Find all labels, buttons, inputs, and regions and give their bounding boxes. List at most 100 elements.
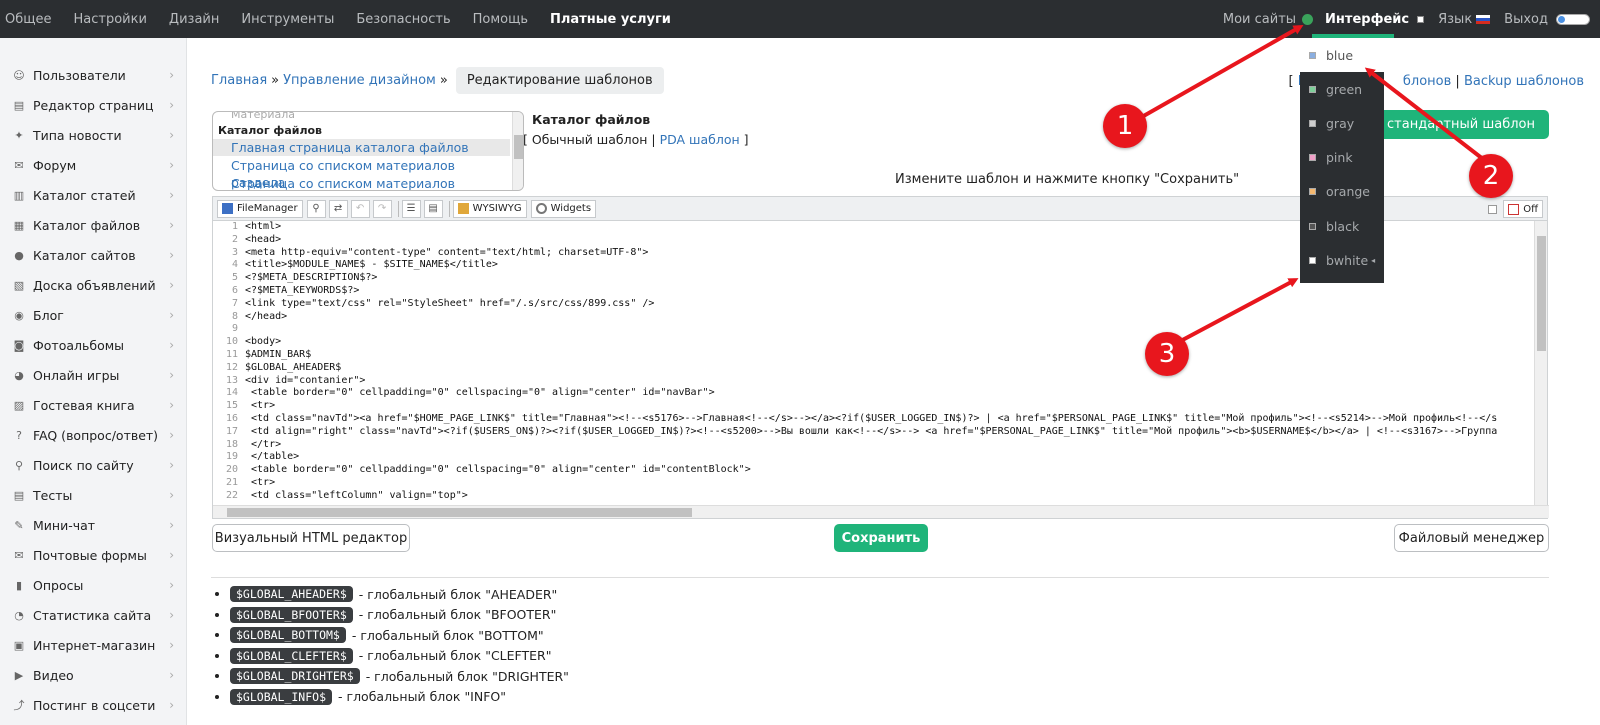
filemanager-button[interactable]: FileManager: [217, 199, 303, 218]
bullet-icon: [215, 653, 219, 658]
code-line: 9: [213, 323, 1535, 336]
section-title: Каталог файлов: [532, 112, 651, 127]
backup-templates-link[interactable]: Backup шаблонов: [1464, 74, 1584, 89]
template-select-list[interactable]: Материала Каталог файлов Главная страниц…: [212, 111, 524, 191]
breadcrumb-home[interactable]: Главная: [211, 73, 267, 88]
sidebar-item[interactable]: ✎ Мини-чат ›: [0, 510, 186, 540]
template-option[interactable]: Главная страница каталога файлов: [213, 139, 510, 156]
code-line: 10 <body>: [213, 336, 1535, 349]
code-line: 14 <table border="0" cellpadding="0" cel…: [213, 387, 1535, 400]
sidebar-item[interactable]: ▤ Тесты ›: [0, 480, 186, 510]
theme-option-black[interactable]: black: [1300, 209, 1384, 243]
line-numbers-icon[interactable]: ☰: [401, 199, 421, 218]
editor-horizontal-scrollbar[interactable]: [213, 505, 1549, 518]
wysiwyg-button[interactable]: WYSIWYG: [452, 199, 527, 218]
global-var-name[interactable]: $GLOBAL_CLEFTER$: [230, 647, 353, 664]
menu-general[interactable]: Общее: [0, 12, 57, 27]
sidebar-item[interactable]: ✉ Почтовые формы ›: [0, 540, 186, 570]
menu-security[interactable]: Безопасность: [351, 12, 455, 27]
widgets-button[interactable]: Widgets: [530, 199, 597, 218]
theme-option-pink[interactable]: pink: [1300, 141, 1384, 175]
sidebar-item[interactable]: ▥ Каталог статей ›: [0, 180, 186, 210]
annotation-badge-3: 3: [1145, 332, 1189, 376]
sidebar-item[interactable]: ✉ Форум ›: [0, 150, 186, 180]
scrollbar-thumb[interactable]: [1537, 236, 1546, 351]
theme-option-bwhite[interactable]: bwhite ◂: [1300, 243, 1384, 277]
breadcrumb-design[interactable]: Управление дизайном: [283, 73, 436, 88]
sidebar-item[interactable]: ⤴ Постинг в соцсети ›: [0, 690, 186, 720]
pda-template-link[interactable]: PDA шаблон: [660, 132, 740, 147]
theme-option-label: orange: [1326, 184, 1370, 200]
global-var-name[interactable]: $GLOBAL_DRIGHTER$: [230, 668, 360, 685]
stats-icon: ◔: [14, 608, 24, 622]
scrollbar-thumb[interactable]: [227, 508, 692, 517]
my-sites-link[interactable]: Мои сайты: [1223, 12, 1314, 27]
line-number: 2: [231, 233, 238, 245]
chevron-right-icon: ›: [169, 548, 174, 562]
global-var-name[interactable]: $GLOBAL_BOTTOM$: [230, 627, 346, 644]
line-number: 6: [231, 284, 238, 296]
sidebar-item[interactable]: ▦ Каталог файлов ›: [0, 210, 186, 240]
replace-icon[interactable]: ⇄: [328, 199, 348, 218]
save-button[interactable]: Сохранить: [834, 524, 928, 552]
sidebar-item[interactable]: ◔ Статистика сайта ›: [0, 600, 186, 630]
sidebar-item[interactable]: ◉ Блог ›: [0, 300, 186, 330]
logout-link[interactable]: Выход: [1504, 12, 1590, 27]
redo-icon[interactable]: ↷: [372, 199, 392, 218]
highlight-checkbox[interactable]: [1488, 204, 1498, 214]
off-button[interactable]: Off: [1503, 200, 1543, 218]
theme-option-blue[interactable]: blue: [1300, 38, 1384, 73]
sidebar-item[interactable]: ▨ Гостевая книга ›: [0, 390, 186, 420]
sidebar-item[interactable]: ▤ Редактор страниц ›: [0, 90, 186, 120]
undo-icon[interactable]: ↶: [350, 199, 370, 218]
divider: [211, 577, 1549, 578]
sidebar-item[interactable]: ▧ Доска объявлений ›: [0, 270, 186, 300]
sidebar-item[interactable]: ? FAQ (вопрос/ответ) ›: [0, 420, 186, 450]
language-menu[interactable]: Язык: [1438, 12, 1491, 27]
theme-option-green[interactable]: green: [1300, 72, 1384, 106]
template-option[interactable]: Страница со списком материалов раздела: [213, 157, 510, 190]
visual-html-editor-button[interactable]: Визуальный HTML редактор: [212, 524, 410, 552]
template-option[interactable]: Страница со списком материалов категории: [213, 175, 510, 190]
global-var-name[interactable]: $GLOBAL_INFO$: [230, 688, 333, 705]
global-var-name[interactable]: $GLOBAL_AHEADER$: [230, 586, 353, 603]
menu-design[interactable]: Дизайн: [164, 12, 224, 27]
file-manager-button[interactable]: Файловый менеджер: [1394, 524, 1549, 552]
restore-default-template-button[interactable]: ить стандартный шаблон: [1379, 110, 1549, 139]
find-icon[interactable]: ⚲: [306, 199, 326, 218]
code-text: <title>$MODULE_NAME$ - $SITE_NAME$</titl…: [245, 259, 498, 271]
menu-help[interactable]: Помощь: [468, 12, 533, 27]
off-icon: [1508, 203, 1520, 215]
line-number: 3: [231, 246, 238, 258]
sidebar-item[interactable]: ◙ Фотоальбомы ›: [0, 330, 186, 360]
sidebar-item[interactable]: ✦ Типа новости ›: [0, 120, 186, 150]
sidebar-item[interactable]: ⚲ Поиск по сайту ›: [0, 450, 186, 480]
menu-settings[interactable]: Настройки: [69, 12, 152, 27]
theme-option-label: pink: [1326, 150, 1353, 166]
menu-paid-services[interactable]: Платные услуги: [545, 12, 676, 27]
breadcrumb-separator: »: [271, 72, 280, 88]
sidebar-item[interactable]: ▶ Видео ›: [0, 660, 186, 690]
chat-icon: ✎: [14, 518, 24, 532]
scrollbar-thumb[interactable]: [514, 135, 523, 159]
theme-option-gray[interactable]: gray: [1300, 106, 1384, 140]
wrap-icon[interactable]: ▤: [423, 199, 443, 218]
sidebar-item-label: Тесты: [33, 487, 73, 503]
sidebar-item[interactable]: ◕ Онлайн игры ›: [0, 360, 186, 390]
sidebar-item[interactable]: ☺ Пользователи ›: [0, 60, 186, 90]
sidebar-item[interactable]: ● Каталог сайтов ›: [0, 240, 186, 270]
line-number: 9: [231, 323, 238, 335]
theme-option-orange[interactable]: orange: [1300, 175, 1384, 209]
search-icon: ⚲: [14, 458, 24, 472]
template-list-scrollbar[interactable]: [512, 112, 523, 190]
sidebar-item[interactable]: ▮ Опросы ›: [0, 570, 186, 600]
editor-vertical-scrollbar[interactable]: [1534, 221, 1547, 506]
code-text: $GLOBAL_AHEADER$: [245, 361, 342, 373]
global-var-name[interactable]: $GLOBAL_BFOOTER$: [230, 606, 353, 623]
menu-tools[interactable]: Инструменты: [236, 12, 339, 27]
sidebar-item[interactable]: ▣ Интернет-магазин ›: [0, 630, 186, 660]
code-text: <body>: [245, 336, 282, 348]
template-link-2[interactable]: блонов: [1403, 74, 1451, 89]
interface-menu[interactable]: Интерфейс: [1325, 12, 1425, 27]
sidebar-item-label: Почтовые формы: [33, 547, 147, 563]
